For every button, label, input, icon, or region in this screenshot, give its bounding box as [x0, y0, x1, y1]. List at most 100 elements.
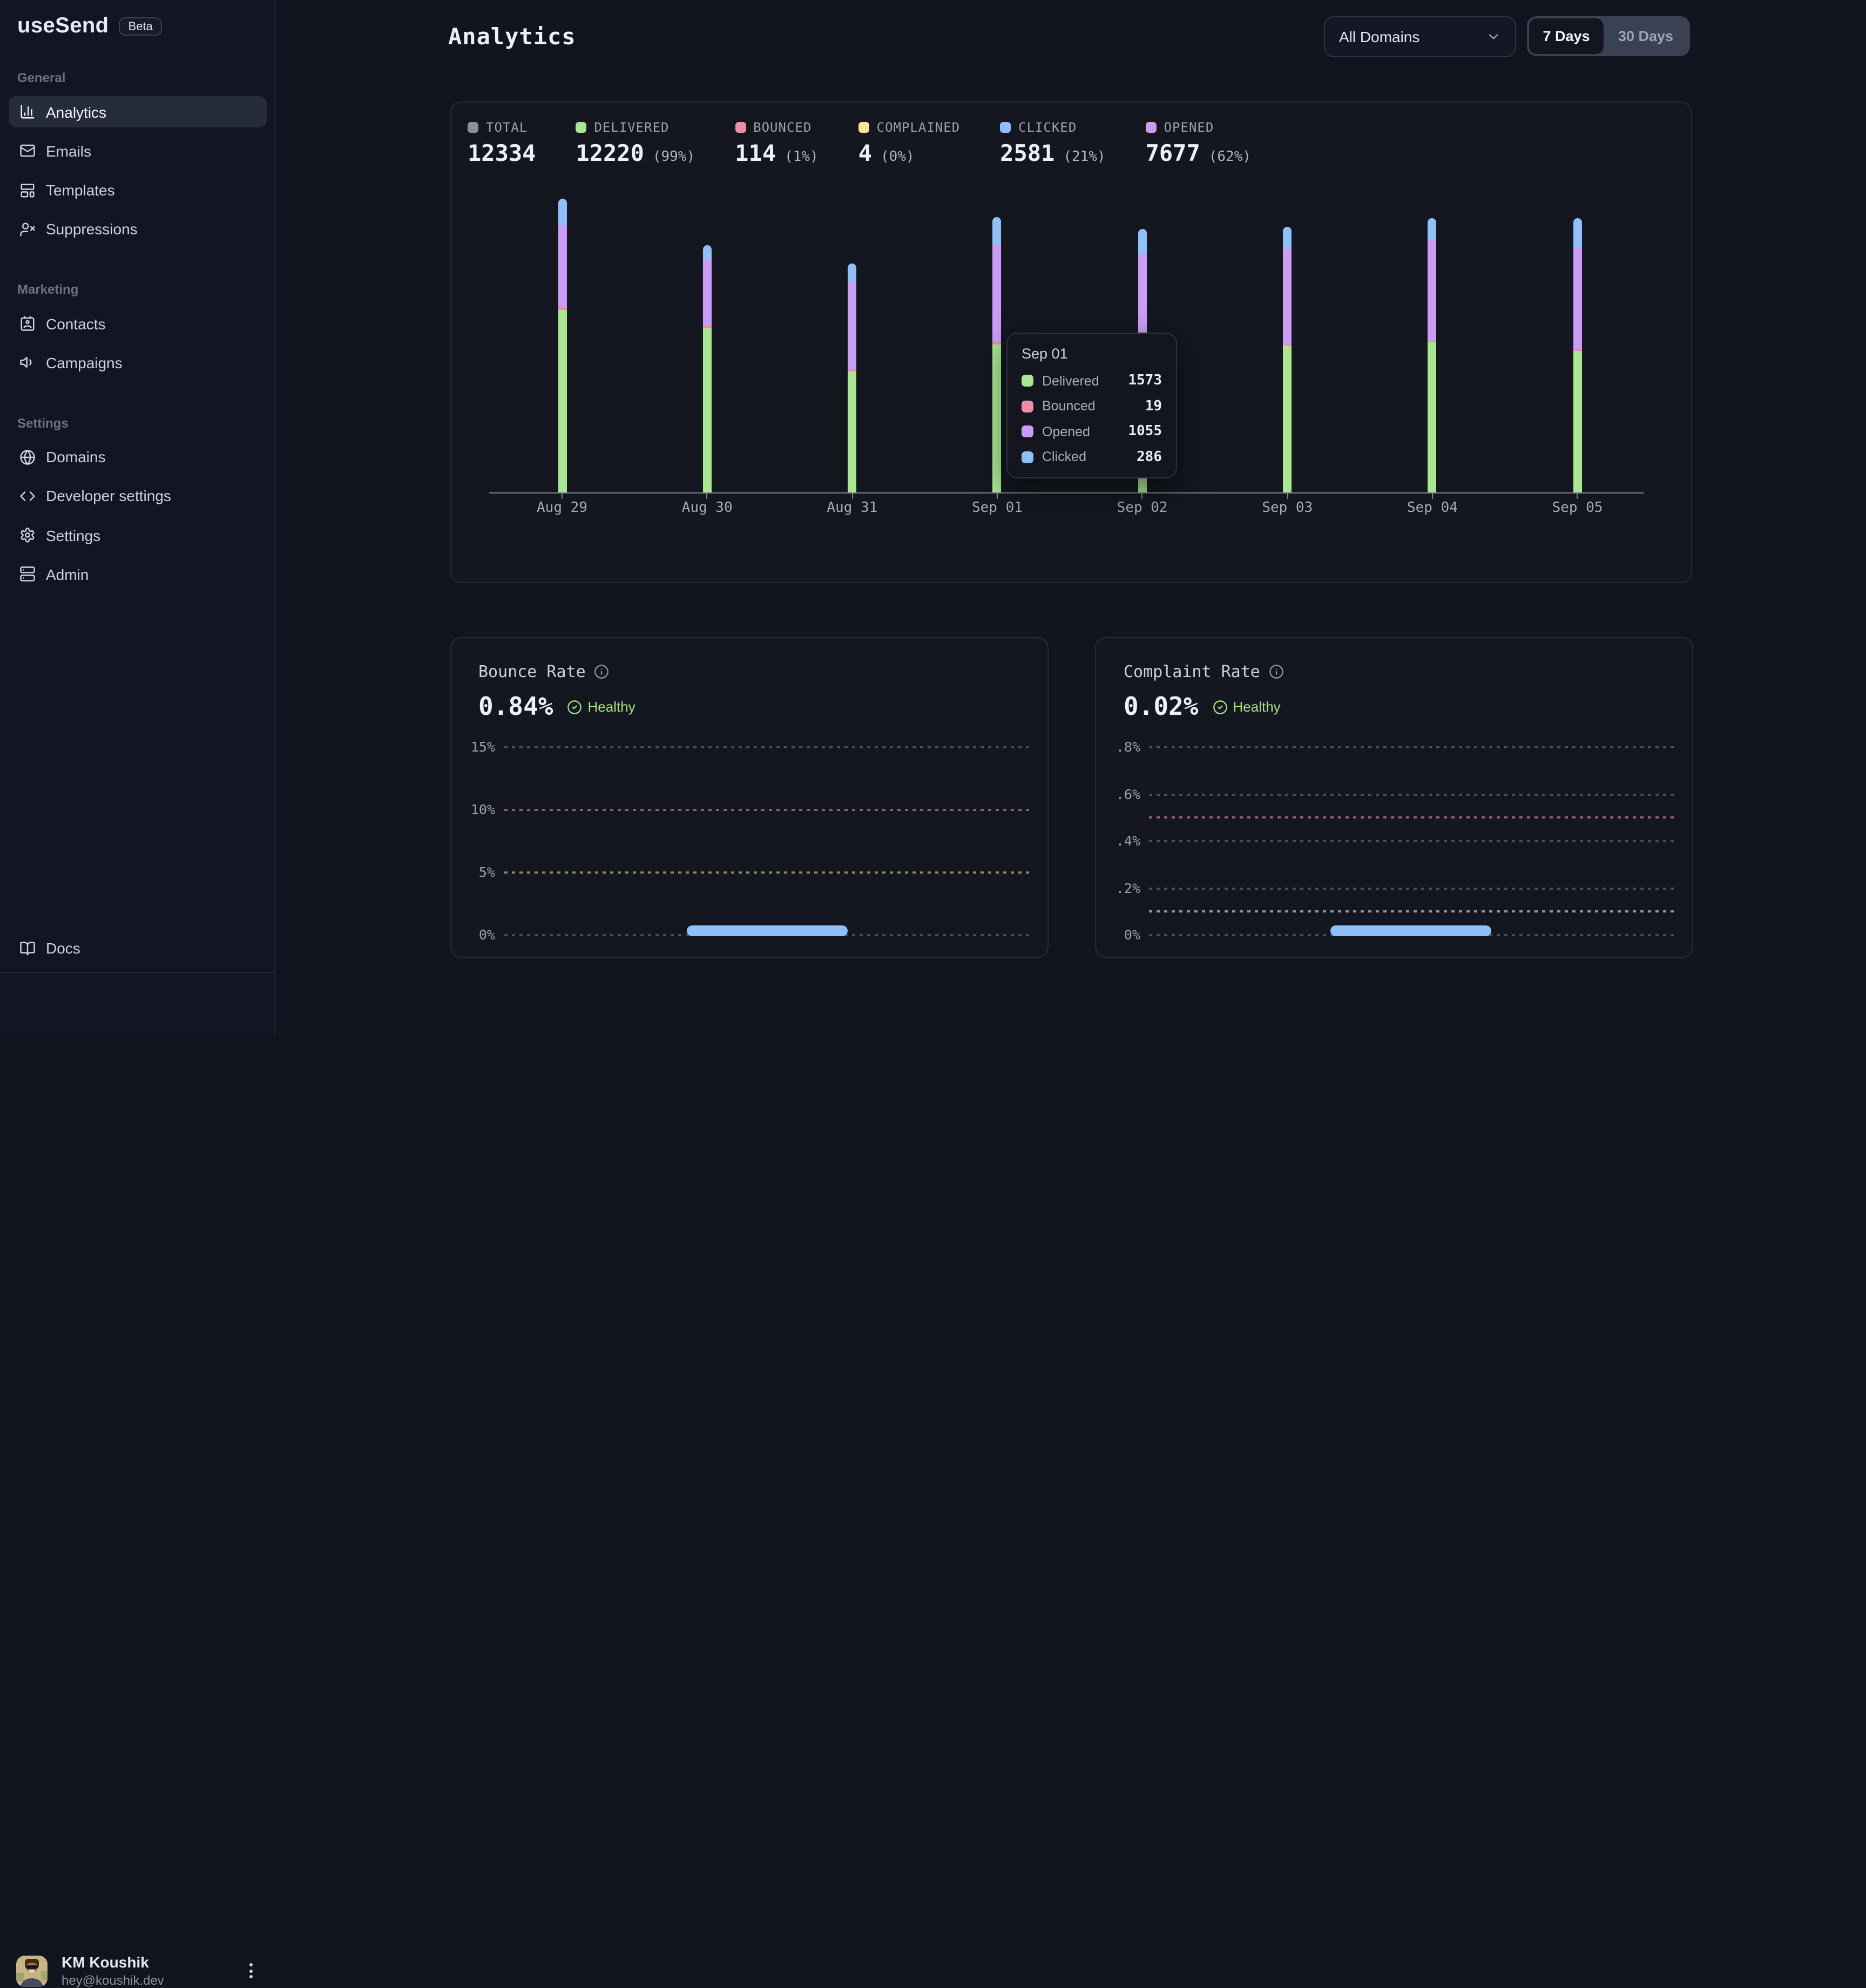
sidebar-item-templates[interactable]: Templates [8, 174, 266, 206]
y-tick-label: .4% [1096, 833, 1140, 849]
gridline [504, 871, 1033, 874]
bar-aug-29[interactable] [558, 199, 566, 492]
sidebar-item-settings[interactable]: Settings [8, 519, 266, 551]
sidebar-item-analytics[interactable]: Analytics [8, 96, 266, 127]
section-label-settings: Settings [17, 415, 69, 430]
user-menu-kebab-icon[interactable] [242, 1960, 259, 1982]
tooltip-row-opened: Opened1055 [1022, 423, 1162, 439]
bar-sep-05[interactable] [1573, 219, 1582, 492]
tooltip-date: Sep 01 [1022, 346, 1162, 362]
sidebar-item-label: Docs [46, 939, 80, 957]
stat-opened: OPENED7677(62%) [1146, 119, 1251, 166]
layout-template-icon [19, 182, 35, 198]
x-axis-label: Sep 04 [1395, 499, 1470, 516]
email-volume-card: TOTAL12334 DELIVERED12220(99%) BOUNCED114(… [450, 101, 1692, 583]
stat-dot [1146, 121, 1157, 132]
tooltip-row-bounced: Bounced19 [1022, 398, 1162, 414]
y-tick-label: .8% [1096, 739, 1140, 755]
x-axis-label: Aug 30 [670, 499, 745, 516]
range-option-7-days[interactable]: 7 Days [1529, 18, 1604, 54]
gridline [1149, 746, 1678, 748]
brand[interactable]: useSend Beta [17, 14, 163, 39]
x-tick [851, 493, 853, 498]
summary-stats: TOTAL12334 DELIVERED12220(99%) BOUNCED114(… [468, 119, 1251, 166]
chevron-down-icon [1486, 29, 1501, 44]
sidebar-item-emails[interactable]: Emails [8, 136, 266, 167]
domain-filter-select[interactable]: All Domains [1324, 16, 1516, 57]
complaint-rate-value: 0.02% [1124, 693, 1199, 721]
status-badge: Healthy [1213, 699, 1281, 715]
range-option-30-days[interactable]: 30 Days [1604, 18, 1688, 54]
contact-book-icon [19, 315, 35, 332]
threshold-line [1149, 817, 1678, 819]
user-email: hey@koushik.dev [62, 1973, 164, 1988]
gear-icon [19, 527, 35, 543]
stat-dot [468, 121, 478, 132]
x-tick [707, 493, 708, 498]
server-icon [19, 566, 35, 583]
x-tick [997, 493, 998, 498]
section-label-general: General [17, 70, 65, 85]
y-tick-label: 0% [451, 927, 495, 943]
user-profile[interactable]: KM Koushik hey@koushik.dev [0, 972, 274, 1036]
beta-badge: Beta [119, 17, 163, 36]
mail-icon [19, 143, 35, 159]
stat-bounced: BOUNCED114(1%) [735, 119, 819, 166]
tooltip-row-clicked: Clicked286 [1022, 449, 1162, 465]
sidebar-item-developer-settings[interactable]: Developer settings [8, 481, 266, 512]
bounce-rate-card: Bounce Rate 0.84% Healthy 15%10%5%0% [450, 637, 1049, 958]
avatar [16, 1956, 48, 1987]
gridline [1149, 887, 1678, 889]
app-logo: useSend [17, 14, 109, 39]
user-x-icon [19, 221, 35, 238]
x-tick [1432, 493, 1433, 498]
x-axis-label: Aug 31 [814, 499, 890, 516]
rate-line-segment [686, 925, 848, 936]
user-name: KM Koushik [62, 1953, 149, 1971]
app-window: useSend Beta General Analytics Emails Templ… [0, 0, 1866, 1034]
gridline [504, 746, 1033, 748]
y-tick-label: 5% [451, 864, 495, 880]
bar-sep-03[interactable] [1283, 227, 1292, 492]
x-axis-label: Sep 02 [1105, 499, 1180, 516]
y-tick-label: 15% [451, 739, 495, 755]
x-tick [562, 493, 563, 498]
stat-dot [1000, 121, 1011, 132]
code-icon [19, 488, 35, 504]
y-tick-label: 0% [1096, 927, 1140, 943]
info-icon[interactable] [1269, 664, 1284, 679]
sidebar-item-docs[interactable]: Docs [8, 932, 266, 964]
stat-dot [735, 121, 746, 132]
bar-aug-30[interactable] [703, 245, 712, 492]
stat-dot [576, 121, 586, 132]
threshold-line [1149, 911, 1678, 913]
domain-filter-value: All Domains [1339, 28, 1419, 45]
sidebar-item-suppressions[interactable]: Suppressions [8, 214, 266, 245]
sidebar-item-campaigns[interactable]: Campaigns [8, 347, 266, 378]
x-tick [1287, 493, 1288, 498]
y-tick-label: .2% [1096, 880, 1140, 896]
stat-total: TOTAL12334 [468, 119, 536, 166]
check-circle-icon [1213, 699, 1228, 714]
sidebar-item-contacts[interactable]: Contacts [8, 308, 266, 339]
date-range-toggle: 7 Days30 Days [1527, 16, 1690, 56]
sidebar-item-admin[interactable]: Admin [8, 559, 266, 590]
x-axis-label: Aug 29 [524, 499, 600, 516]
tooltip-row-delivered: Delivered1573 [1022, 373, 1162, 389]
x-tick [1142, 493, 1143, 498]
gridline [1149, 793, 1678, 795]
speaker-icon [19, 355, 35, 371]
bar-aug-31[interactable] [848, 264, 856, 492]
x-axis-label: Sep 05 [1540, 499, 1615, 516]
bar-sep-04[interactable] [1428, 219, 1437, 492]
y-tick-label: 10% [451, 801, 495, 817]
gridline [1149, 840, 1678, 842]
bounce-rate-value: 0.84% [478, 693, 553, 721]
check-circle-icon [567, 699, 583, 714]
gridline [504, 809, 1033, 811]
bar-sep-01[interactable] [993, 217, 1002, 492]
stat-delivered: DELIVERED12220(99%) [576, 119, 695, 166]
y-tick-label: .6% [1096, 786, 1140, 802]
sidebar-item-domains[interactable]: Domains [8, 441, 266, 472]
info-icon[interactable] [594, 664, 610, 679]
